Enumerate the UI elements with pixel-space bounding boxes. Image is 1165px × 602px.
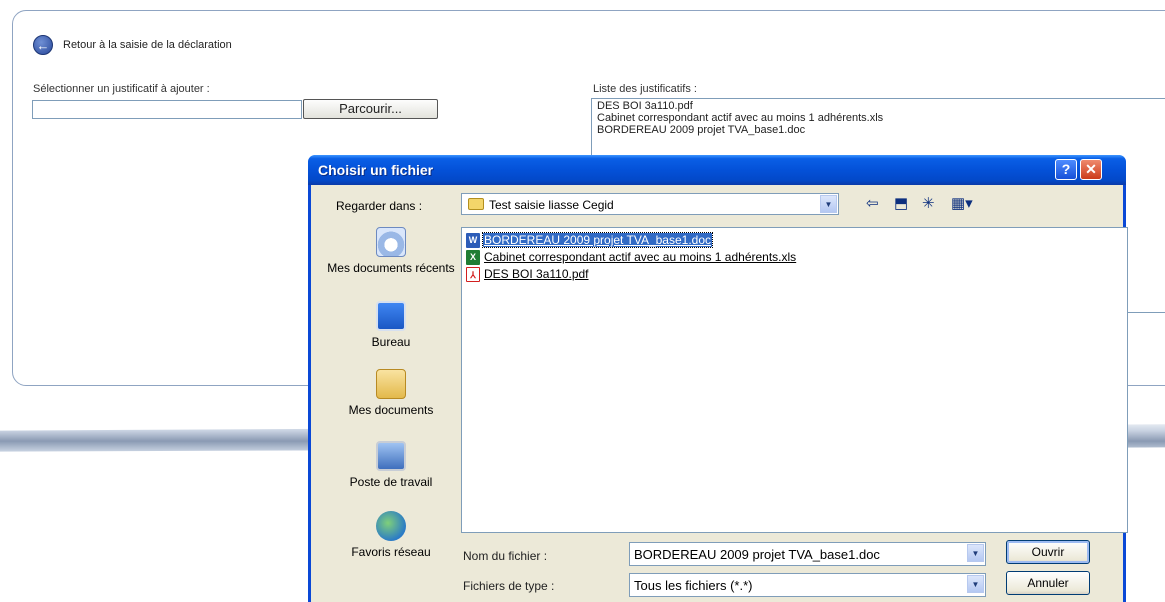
look-in-select[interactable]: Test saisie liasse Cegid ▼ [461,193,839,215]
file-list[interactable]: W BORDEREAU 2009 projet TVA_base1.doc X … [461,227,1128,533]
browse-button[interactable]: Parcourir... [303,99,438,119]
my-computer-icon [376,441,406,471]
place-my-documents[interactable]: Mes documents [326,369,456,417]
place-label: Mes documents [348,403,434,417]
look-in-label: Regarder dans : [336,199,423,213]
file-item[interactable]: W BORDEREAU 2009 projet TVA_base1.doc [466,232,714,248]
filename-label: Nom du fichier : [463,549,548,563]
select-label: Sélectionner un justificatif à ajouter : [33,83,210,95]
list-item[interactable]: Cabinet correspondant actif avec au moin… [597,112,1165,124]
place-label: Mes documents récents [327,261,455,275]
back-arrow-icon[interactable]: ← [33,35,53,55]
chevron-down-icon[interactable]: ▼ [967,544,984,562]
place-desktop[interactable]: Bureau [326,301,456,349]
folder-icon [468,198,484,210]
help-button[interactable]: ? [1055,159,1077,180]
place-label: Bureau [371,335,411,349]
list-item[interactable]: BORDEREAU 2009 projet TVA_base1.doc [597,124,1165,136]
desktop-icon [376,301,406,331]
recent-documents-icon [376,227,406,257]
place-my-computer[interactable]: Poste de travail [326,441,456,489]
file-path-input[interactable] [32,100,302,119]
network-places-icon [376,511,406,541]
chevron-down-icon[interactable]: ▼ [820,195,837,213]
back-row: ← Retour à la saisie de la déclaration [33,35,232,55]
list-item[interactable]: DES BOI 3a110.pdf [597,100,1165,112]
word-doc-icon: W [466,232,480,248]
file-name: BORDEREAU 2009 projet TVA_base1.doc [481,232,714,248]
file-name: Cabinet correspondant actif avec au moin… [484,250,797,264]
excel-xls-icon: X [466,249,480,265]
dialog-titlebar[interactable]: Choisir un fichier ? ✕ [308,155,1126,185]
filename-value: BORDEREAU 2009 projet TVA_base1.doc [634,547,880,562]
file-chooser-dialog: Choisir un fichier ? ✕ Regarder dans : T… [308,155,1128,602]
my-documents-icon [376,369,406,399]
file-item[interactable]: ⅄ DES BOI 3a110.pdf [466,266,590,282]
places-bar: Mes documents récents Bureau Mes documen… [326,223,456,602]
back-link[interactable]: Retour à la saisie de la déclaration [63,39,232,51]
cancel-button[interactable]: Annuler [1006,571,1090,595]
view-menu-icon[interactable]: ▦▾ [951,193,973,215]
list-label: Liste des justificatifs : [593,83,697,95]
filename-input[interactable]: BORDEREAU 2009 projet TVA_base1.doc ▼ [629,542,986,566]
pdf-icon: ⅄ [466,266,480,282]
filetype-select[interactable]: Tous les fichiers (*.*) ▼ [629,573,986,597]
up-folder-icon[interactable]: ⬒ [894,193,908,215]
filetype-value: Tous les fichiers (*.*) [634,578,753,593]
filetype-label: Fichiers de type : [463,579,555,593]
chevron-down-icon[interactable]: ▼ [967,575,984,593]
look-in-value: Test saisie liasse Cegid [489,198,614,212]
place-label: Poste de travail [349,475,433,489]
place-recent-documents[interactable]: Mes documents récents [326,227,456,275]
open-button[interactable]: Ouvrir [1006,540,1090,564]
back-arrow-icon[interactable]: ⇦ [866,193,879,215]
place-label: Favoris réseau [351,545,431,559]
file-item[interactable]: X Cabinet correspondant actif avec au mo… [466,249,797,265]
new-folder-icon[interactable]: ✳ [922,193,935,215]
close-button[interactable]: ✕ [1080,159,1102,180]
file-name: DES BOI 3a110.pdf [484,267,589,281]
dialog-title: Choisir un fichier [318,162,434,178]
place-network[interactable]: Favoris réseau [326,511,456,559]
